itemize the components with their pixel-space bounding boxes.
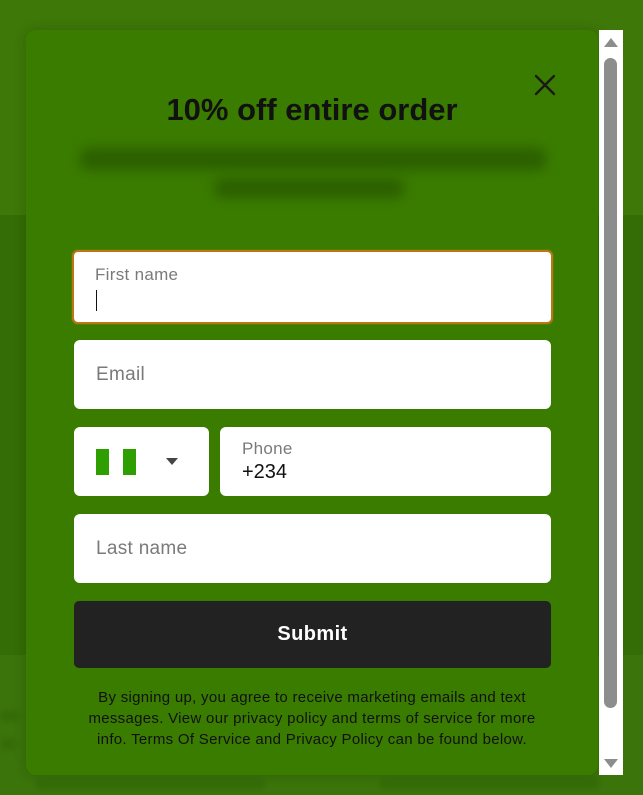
first-name-label: First name [95,265,179,284]
email-field[interactable]: Email [74,340,551,409]
phone-value: +234 [242,461,288,483]
blurred-subtitle [74,138,552,204]
blurred-line [214,178,404,198]
phone-field[interactable]: Phone +234 [220,427,551,496]
chevron-down-icon [166,458,178,465]
flag-stripe [122,449,136,475]
email-placeholder: Email [96,364,146,385]
blurred-line [80,148,546,170]
flag-stripe [96,449,110,475]
flag-stripe [109,449,123,475]
first-name-field[interactable]: First name [72,250,553,324]
scroll-up-arrow-icon[interactable] [603,35,619,49]
backdrop-blur-mark [0,710,20,722]
backdrop-blur-mark [380,778,600,790]
scroll-down-arrow-icon[interactable] [603,757,619,771]
backdrop-blur-mark [35,778,265,790]
modal-title: 10% off entire order [166,92,458,127]
last-name-field[interactable]: Last name [74,514,551,583]
backdrop-blur-mark [0,738,16,750]
text-cursor [96,290,97,311]
consent-disclaimer: By signing up, you agree to receive mark… [88,689,536,748]
country-code-select[interactable] [74,427,209,496]
scrollbar-thumb[interactable] [604,58,617,708]
submit-button[interactable]: Submit [74,601,551,668]
signup-modal: 10% off entire order First name Email Ph… [26,30,598,775]
modal-scrollbar[interactable] [599,30,623,775]
nigeria-flag-icon [96,449,136,475]
phone-label: Phone [242,439,293,458]
last-name-placeholder: Last name [96,538,188,559]
